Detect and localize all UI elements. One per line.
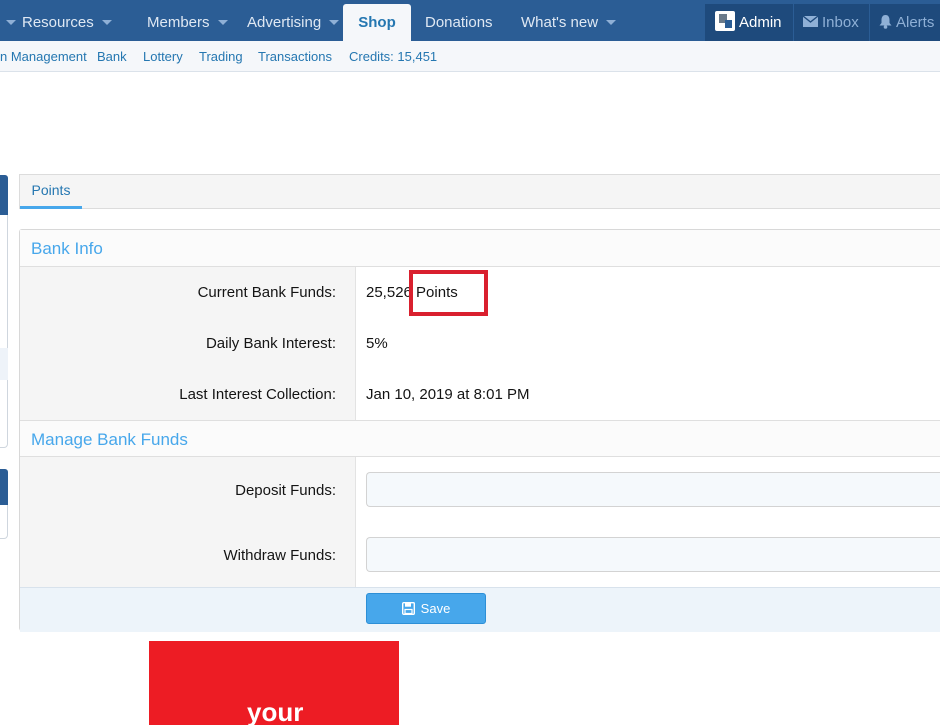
daily-interest-value: 5%: [366, 335, 388, 352]
alerts-label: Alerts: [896, 14, 935, 31]
subnav-lottery[interactable]: Lottery: [143, 49, 183, 64]
sub-navigation: n Management Bank Lottery Trading Transa…: [0, 41, 940, 72]
nav-resources[interactable]: Resources: [6, 4, 112, 41]
chevron-down-icon: [329, 19, 340, 25]
manage-funds-label-column: [20, 457, 356, 587]
last-interest-value: Jan 10, 2019 at 8:01 PM: [366, 386, 530, 403]
deposit-funds-input[interactable]: [366, 472, 940, 507]
nav-members-label: Members: [147, 14, 210, 31]
form-submit-row: Save: [20, 587, 940, 632]
nav-members[interactable]: Members: [147, 4, 228, 41]
subnav-transactions[interactable]: Transactions: [258, 49, 332, 64]
inbox-label: Inbox: [822, 14, 859, 31]
alerts-menu[interactable]: Alerts: [870, 4, 940, 41]
sidebar-selected-item[interactable]: [0, 348, 8, 380]
nav-shop[interactable]: Shop: [343, 4, 411, 41]
last-interest-label: Last Interest Collection:: [179, 386, 336, 403]
daily-interest-label: Daily Bank Interest:: [205, 335, 336, 352]
sidebar-panel: [0, 175, 8, 448]
sidebar-panel-2-header: [0, 469, 8, 505]
inbox-menu[interactable]: Inbox: [794, 4, 869, 41]
current-funds-label: Current Bank Funds:: [197, 284, 336, 301]
admin-label: Admin: [739, 14, 782, 31]
chevron-down-icon: [217, 19, 228, 25]
save-button-label: Save: [420, 601, 451, 616]
admin-menu[interactable]: Admin: [705, 4, 793, 41]
nav-advertising-label: Advertising: [247, 14, 322, 31]
tab-points[interactable]: Points: [20, 182, 82, 209]
advertisement-banner[interactable]: your: [149, 641, 399, 725]
manage-funds-title: Manage Bank Funds: [31, 430, 188, 449]
nav-shop-label: Shop: [358, 14, 396, 31]
subnav-trading[interactable]: Trading: [199, 49, 243, 64]
avatar-icon: [715, 11, 735, 32]
nav-donations-label: Donations: [425, 14, 493, 31]
manage-funds-header: Manage Bank Funds: [20, 420, 940, 457]
sidebar-panel-header: [0, 175, 8, 215]
tab-points-label: Points: [31, 182, 71, 198]
chevron-down-icon: [101, 19, 112, 25]
ad-text: your: [247, 697, 304, 725]
withdraw-label: Withdraw Funds:: [223, 547, 336, 564]
subnav-bank[interactable]: Bank: [97, 49, 127, 64]
tab-bar: Points: [19, 174, 940, 209]
nav-whats-new[interactable]: What's new: [521, 4, 617, 41]
chevron-down-icon: [606, 19, 617, 25]
nav-advertising[interactable]: Advertising: [247, 4, 340, 41]
withdraw-funds-input[interactable]: [366, 537, 940, 572]
bank-info-title: Bank Info: [31, 239, 103, 258]
top-navigation: Resources Members Advertising Shop Donat…: [0, 0, 940, 41]
floppy-disk-icon: [401, 602, 415, 616]
save-button[interactable]: Save: [366, 593, 486, 624]
nav-donations[interactable]: Donations: [425, 4, 493, 41]
bank-info-header: Bank Info: [20, 230, 940, 267]
bell-icon: [879, 14, 892, 29]
nav-whats-new-label: What's new: [521, 14, 599, 31]
highlight-annotation-box: [409, 270, 488, 316]
nav-resources-label: Resources: [22, 14, 94, 31]
envelope-icon: [803, 15, 818, 27]
subnav-management[interactable]: n Management: [0, 49, 87, 64]
credits-balance: Credits: 15,451: [349, 49, 438, 64]
deposit-label: Deposit Funds:: [235, 482, 336, 499]
nav-caret-left-icon: [6, 20, 16, 25]
